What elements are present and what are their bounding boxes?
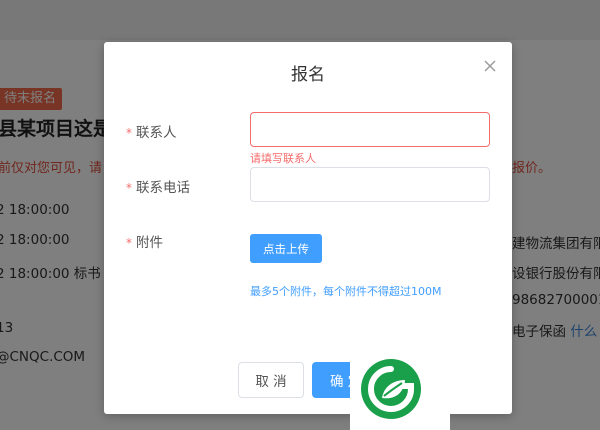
dialog-title: 报名 <box>291 65 325 85</box>
phone-label: * 联系电话 <box>126 180 190 196</box>
required-mark: * <box>126 181 132 195</box>
contact-input[interactable] <box>250 112 490 147</box>
upload-button[interactable]: 点击上传 <box>250 234 322 263</box>
contact-label: * 联系人 <box>126 125 177 141</box>
close-icon[interactable] <box>482 58 498 74</box>
required-mark: * <box>126 126 132 140</box>
attachment-label: * 附件 <box>126 235 163 251</box>
upload-tip: 最多5个附件，每个附件不得超过100M <box>250 285 442 298</box>
watermark-logo <box>350 352 450 430</box>
required-mark: * <box>126 236 132 250</box>
signup-dialog: 报名 * 联系人 请填写联系人 * 联系电话 * 附件 点击上传 最多5个附件，每个附… <box>104 42 512 414</box>
phone-input[interactable] <box>250 167 490 202</box>
leaf-logo-icon <box>361 359 421 419</box>
cancel-button[interactable]: 取 消 <box>238 362 304 398</box>
contact-error-message: 请填写联系人 <box>250 152 316 165</box>
